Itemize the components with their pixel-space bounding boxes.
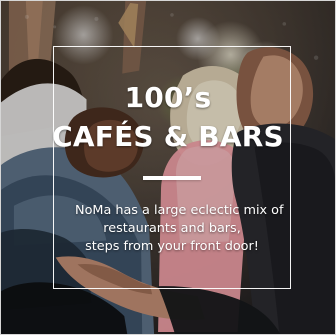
headline-main: CAFÉS & BARS <box>52 120 284 153</box>
divider <box>143 176 201 180</box>
body-copy-line-2: restaurants and bars, <box>103 221 241 236</box>
body-copy-line-3: steps from your front door! <box>85 239 259 254</box>
promo-card: 100’s CAFÉS & BARS NoMa has a large ecle… <box>0 0 336 335</box>
body-copy-line-1: NoMa has a large eclectic mix of <box>75 203 284 218</box>
headline-top: 100’s <box>124 81 212 114</box>
